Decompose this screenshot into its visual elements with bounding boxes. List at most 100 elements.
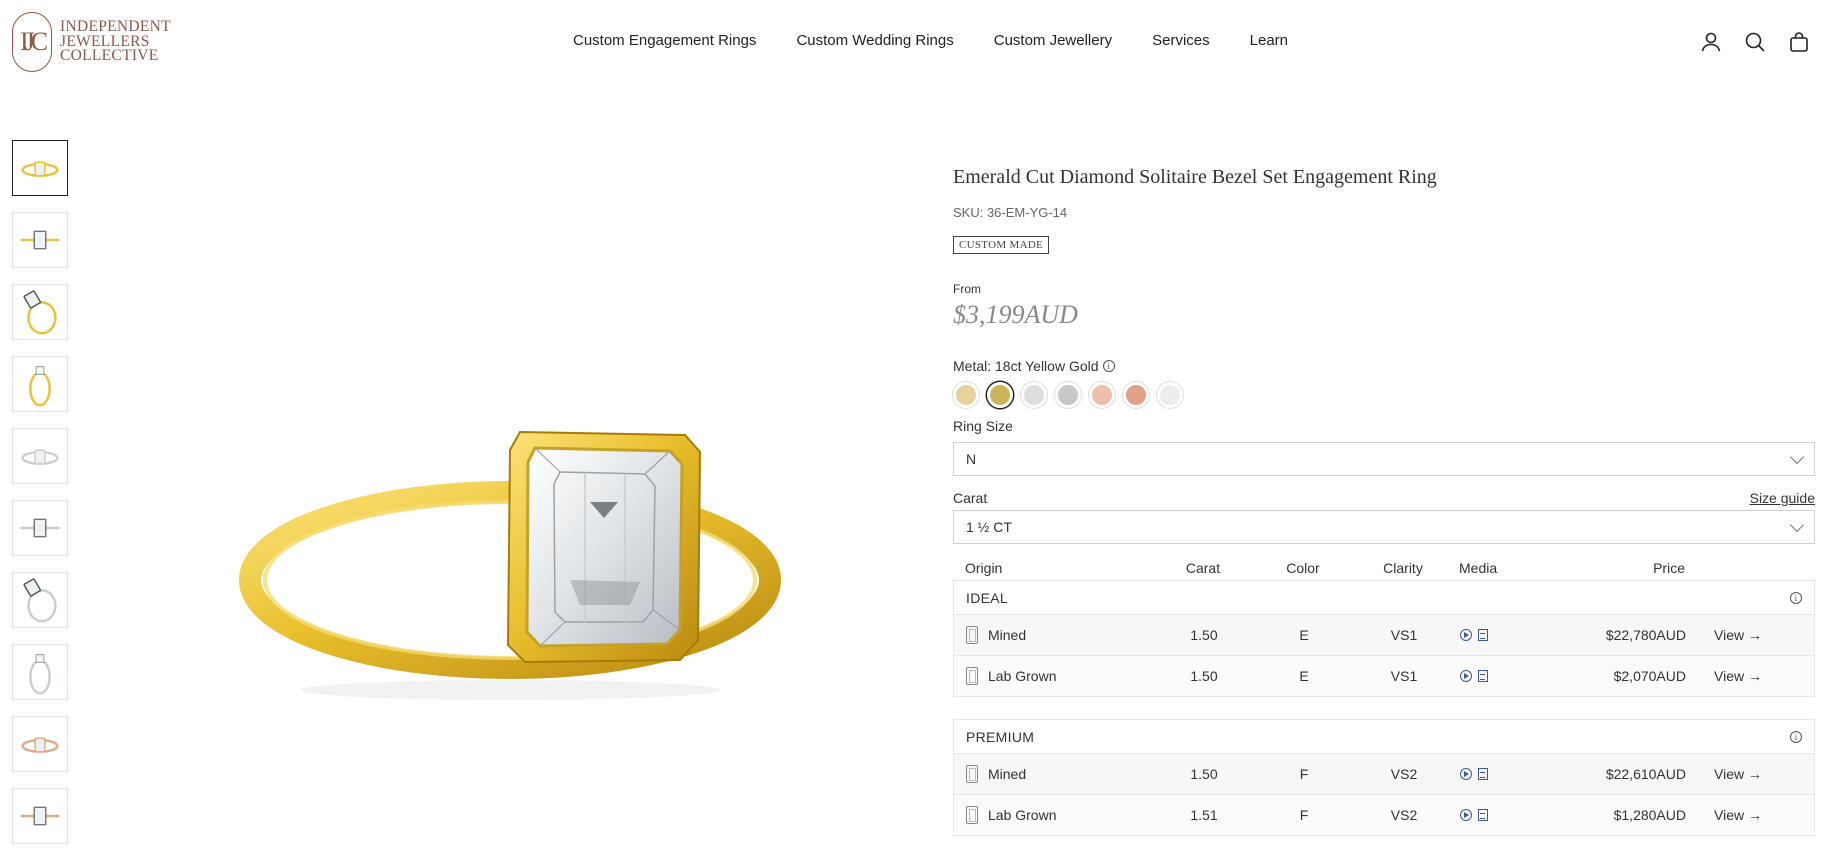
metal-swatch-5[interactable] [1089, 382, 1115, 408]
thumbnail-ring-image [20, 806, 60, 826]
thumbnail-5[interactable] [12, 428, 68, 484]
carat-label: Carat [953, 490, 988, 506]
product-title: Emerald Cut Diamond Solitaire Bezel Set … [953, 166, 1437, 188]
search-icon[interactable] [1743, 30, 1767, 54]
product-info: Emerald Cut Diamond Solitaire Bezel Set … [953, 166, 1815, 836]
origin-value: Mined [988, 627, 1027, 643]
media-cell [1454, 670, 1554, 682]
ring-size-label-row: Ring Size [953, 418, 1815, 434]
nav-custom-engagement-rings[interactable]: Custom Engagement Rings [573, 32, 756, 49]
carat-select[interactable]: 1 ½ CT [953, 510, 1815, 544]
header-color: Color [1286, 560, 1320, 576]
account-icon[interactable] [1699, 30, 1723, 54]
header-actions [1679, 30, 1811, 54]
group-name: IDEAL [966, 589, 1008, 606]
header-carat: Carat [1185, 560, 1221, 576]
logo-mark: IJC [12, 12, 52, 72]
table-row[interactable]: Lab Grown 1.51 F VS2 $1,280AUD View → [954, 794, 1814, 835]
thumbnail-6[interactable] [12, 500, 68, 556]
quality-group-premium: PREMIUM i Mined 1.50 F VS2 $22,610AUD Vie… [953, 719, 1815, 836]
product-sku: SKU: 36-EM-YG-14 [953, 205, 1068, 220]
quality-group-ideal: IDEAL i Mined 1.50 E VS1 $22,780AUD View … [953, 580, 1815, 697]
metal-swatch-3[interactable] [1021, 382, 1047, 408]
thumbnail-ring-image [21, 737, 59, 753]
nav-custom-wedding-rings[interactable]: Custom Wedding Rings [796, 32, 953, 49]
nav-custom-jewellery[interactable]: Custom Jewellery [994, 32, 1112, 49]
origin-value: Lab Grown [988, 668, 1057, 684]
carat-value: 1.51 [1190, 807, 1218, 823]
thumbnail-ring-image [29, 654, 51, 695]
header-price: Price [1653, 560, 1685, 576]
view-link[interactable]: View → [1686, 766, 1776, 782]
origin-cell: Mined [954, 626, 1154, 644]
view-link[interactable]: View → [1686, 668, 1776, 684]
thumbnail-2[interactable] [12, 212, 68, 268]
thumbnail-7[interactable] [12, 572, 68, 628]
thumbnail-3[interactable] [12, 284, 68, 340]
price-value: $22,780AUD [1605, 627, 1686, 643]
view-link[interactable]: View → [1686, 627, 1776, 643]
carat-value: 1.50 [1190, 766, 1218, 782]
view-link[interactable]: View → [1686, 807, 1776, 823]
brand-logo[interactable]: IJC INDEPENDENT JEWELLERS COLLECTIVE [12, 12, 171, 72]
chevron-down-icon [1789, 517, 1805, 532]
main-nav: Custom Engagement Rings Custom Wedding R… [573, 32, 1328, 49]
thumbnail-9[interactable] [12, 716, 68, 772]
logo-monogram: IJC [19, 27, 48, 56]
chevron-down-icon [1789, 449, 1805, 464]
metal-swatch-6[interactable] [1123, 382, 1149, 408]
certificate-icon[interactable] [1478, 768, 1488, 780]
metal-swatch-2[interactable] [987, 382, 1013, 408]
carat-value: 1.50 [1190, 627, 1218, 643]
thumbnail-10[interactable] [12, 788, 68, 844]
metal-swatch-1[interactable] [953, 382, 979, 408]
origin-cell: Mined [954, 765, 1154, 783]
thumbnail-8[interactable] [12, 644, 68, 700]
media-cell [1454, 629, 1554, 641]
table-row[interactable]: Lab Grown 1.50 E VS1 $2,070AUD View → [954, 655, 1814, 696]
size-guide-link[interactable]: Size guide [1750, 490, 1815, 506]
nav-services[interactable]: Services [1152, 32, 1210, 49]
media-cell [1454, 809, 1554, 821]
carat-label-row: Carat Size guide [953, 490, 1815, 506]
custom-made-badge: CUSTOM MADE [953, 236, 1050, 254]
ring-size-select[interactable]: N [953, 442, 1815, 476]
price-value: $22,610AUD [1605, 766, 1686, 782]
thumbnail-ring-image [20, 518, 60, 538]
price-value: $2,070AUD [1613, 668, 1686, 684]
origin-value: Mined [988, 766, 1027, 782]
metal-label: Metal: 18ct Yellow Gold [953, 358, 1099, 374]
play-video-icon[interactable] [1460, 768, 1472, 780]
metal-info-icon[interactable]: i [1102, 360, 1115, 372]
metal-swatch-7[interactable] [1157, 382, 1183, 408]
certificate-icon[interactable] [1478, 670, 1488, 682]
play-video-icon[interactable] [1460, 670, 1472, 682]
product-main-image[interactable] [230, 330, 790, 710]
play-video-icon[interactable] [1460, 809, 1472, 821]
metal-label-row: Metal: 18ct Yellow Gold i [953, 358, 1815, 374]
table-row[interactable]: Mined 1.50 E VS1 $22,780AUD View → [954, 614, 1814, 655]
media-cell [1454, 768, 1554, 780]
certificate-icon[interactable] [1478, 809, 1488, 821]
thumbnail-ring-image [21, 161, 59, 177]
logo-line: COLLECTIVE [60, 47, 159, 65]
thumbnail-4[interactable] [12, 356, 68, 412]
logo-wordmark: INDEPENDENT JEWELLERS COLLECTIVE [60, 19, 171, 65]
bag-icon[interactable] [1787, 30, 1811, 54]
group-header: IDEAL i [954, 581, 1814, 614]
metal-swatch-4[interactable] [1055, 382, 1081, 408]
nav-learn[interactable]: Learn [1250, 32, 1288, 49]
thumbnail-1[interactable] [12, 140, 68, 196]
origin-cell: Lab Grown [954, 667, 1154, 685]
group-info-icon[interactable]: i [1790, 591, 1802, 604]
group-info-icon[interactable]: i [1790, 730, 1802, 743]
certificate-icon[interactable] [1478, 629, 1488, 641]
ring-size-label: Ring Size [953, 418, 1013, 434]
table-row[interactable]: Mined 1.50 F VS2 $22,610AUD View → [954, 753, 1814, 794]
ring-size-value: N [966, 451, 977, 467]
group-header: PREMIUM i [954, 720, 1814, 753]
play-video-icon[interactable] [1460, 629, 1472, 641]
clarity-value: VS1 [1390, 668, 1418, 684]
header-origin: Origin [965, 560, 1003, 576]
diamond-icon [966, 806, 978, 824]
